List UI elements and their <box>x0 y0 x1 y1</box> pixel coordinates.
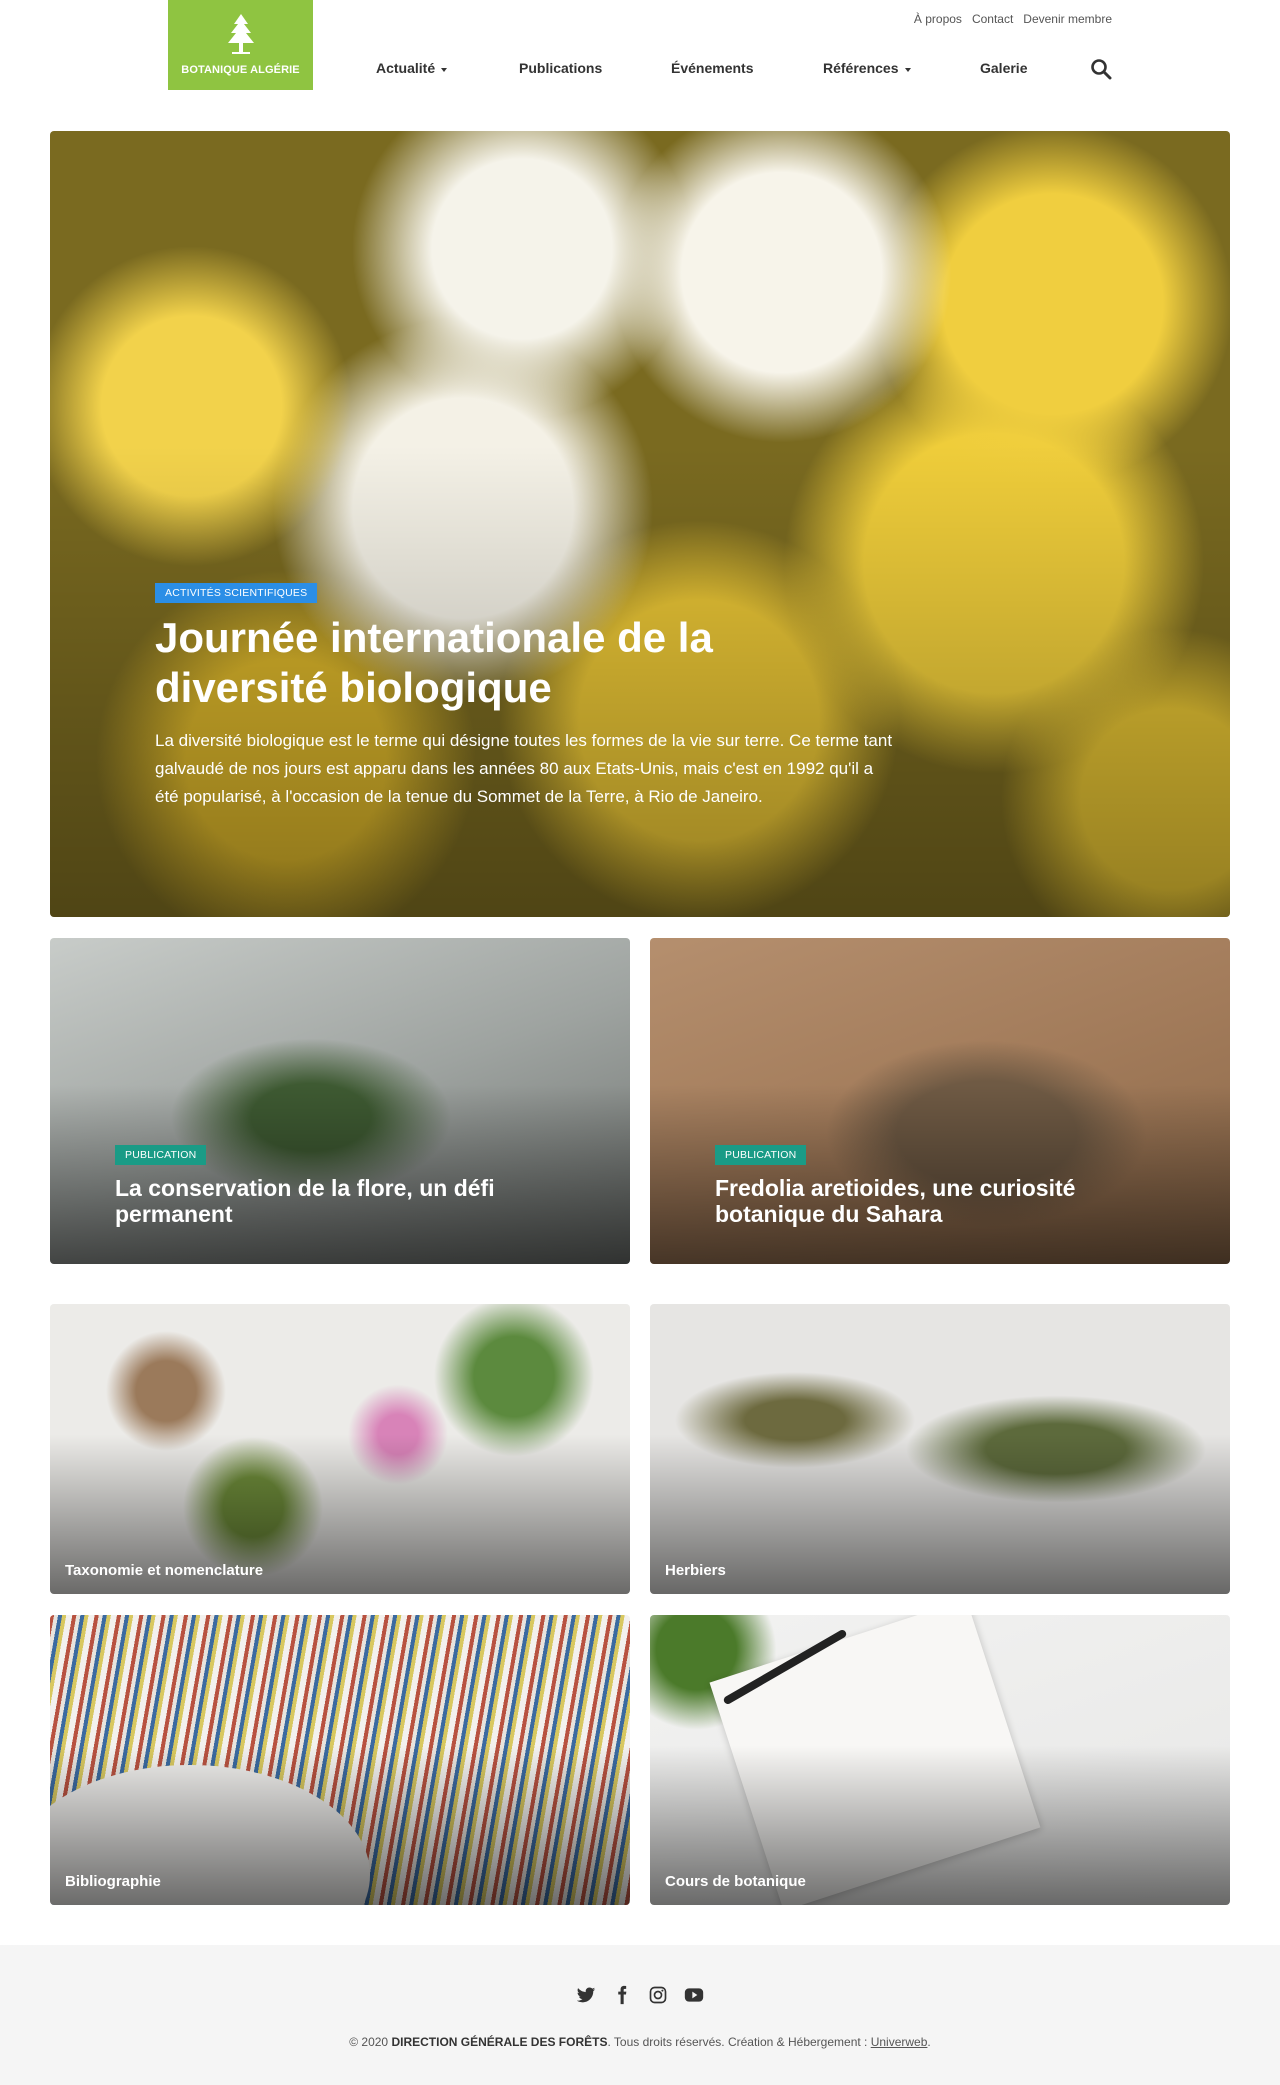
card-content: PUBLICATION Fredolia aretioides, une cur… <box>715 1145 1175 1227</box>
instagram-icon[interactable] <box>648 1985 668 2005</box>
nav-item-references[interactable]: Références <box>823 60 980 76</box>
category-title: Taxonomie et nomenclature <box>65 1562 264 1579</box>
card-overlay <box>650 1304 1230 1594</box>
become-member-link[interactable]: Devenir membre <box>1023 12 1112 26</box>
site-logo[interactable]: BOTANIQUE ALGÉRIE <box>168 0 313 90</box>
caret-down-icon <box>441 67 448 72</box>
nav-item-galerie[interactable]: Galerie <box>980 60 1027 76</box>
nav-item-label: Galerie <box>980 60 1028 76</box>
contact-link[interactable]: Contact <box>972 12 1013 26</box>
top-links: À propos Contact Devenir membre <box>914 12 1112 26</box>
card-title[interactable]: La conservation de la flore, un défi per… <box>115 1175 575 1227</box>
nav-item-label: Publications <box>519 60 603 76</box>
caret-down-icon <box>904 67 911 72</box>
featured-card-fredolia[interactable]: PUBLICATION Fredolia aretioides, une cur… <box>650 938 1230 1264</box>
site-header: BOTANIQUE ALGÉRIE À propos Contact Deven… <box>0 0 1280 130</box>
card-overlay <box>650 1615 1230 1905</box>
search-icon <box>1091 59 1112 80</box>
category-card-bibliographie[interactable]: Bibliographie <box>50 1615 630 1905</box>
card-overlay <box>50 1304 630 1594</box>
category-card-cours[interactable]: Cours de botanique <box>650 1615 1230 1905</box>
category-title: Bibliographie <box>65 1873 161 1890</box>
social-links <box>0 1985 1280 2005</box>
category-card-taxonomie[interactable]: Taxonomie et nomenclature <box>50 1304 630 1594</box>
featured-card-flora-conservation[interactable]: PUBLICATION La conservation de la flore,… <box>50 938 630 1264</box>
twitter-icon[interactable] <box>576 1985 596 2005</box>
category-title: Cours de botanique <box>665 1873 806 1890</box>
nav-item-actualite[interactable]: Actualité <box>376 60 519 76</box>
pine-tree-icon <box>227 14 254 54</box>
nav-item-evenements[interactable]: Événements <box>671 60 823 76</box>
site-footer: © 2020 DIRECTION GÉNÉRALE DES FORÊTS. To… <box>0 1945 1280 2085</box>
nav-item-publications[interactable]: Publications <box>519 60 671 76</box>
youtube-icon[interactable] <box>684 1985 704 2005</box>
card-title[interactable]: Fredolia aretioides, une curiosité botan… <box>715 1175 1175 1227</box>
hero-content: ACTIVITÉS SCIENTIFIQUES Journée internat… <box>155 583 895 811</box>
card-content: PUBLICATION La conservation de la flore,… <box>115 1145 575 1227</box>
copyright-organization: DIRECTION GÉNÉRALE DES FORÊTS <box>391 2035 608 2049</box>
category-badge[interactable]: PUBLICATION <box>715 1145 807 1165</box>
hero-article[interactable]: ACTIVITÉS SCIENTIFIQUES Journée internat… <box>50 131 1230 917</box>
about-link[interactable]: À propos <box>914 12 962 26</box>
nav-item-label: Événements <box>671 60 754 76</box>
univerweb-link[interactable]: Univerweb <box>871 2035 928 2049</box>
main-nav: Actualité Publications Événements Référe… <box>376 60 1027 76</box>
copyright-year: © 2020 <box>349 2035 389 2049</box>
copyright-text: © 2020 DIRECTION GÉNÉRALE DES FORÊTS. To… <box>0 2035 1280 2049</box>
category-card-herbiers[interactable]: Herbiers <box>650 1304 1230 1594</box>
hero-excerpt: La diversité biologique est le terme qui… <box>155 731 893 806</box>
copyright-end: . <box>927 2035 931 2049</box>
category-title: Herbiers <box>665 1562 726 1579</box>
nav-item-label: Actualité <box>376 60 436 76</box>
logo-text: BOTANIQUE ALGÉRIE <box>181 64 300 76</box>
hero-title[interactable]: Journée internationale de la diversité b… <box>155 613 895 713</box>
category-badge[interactable]: PUBLICATION <box>115 1145 207 1165</box>
nav-item-label: Références <box>823 60 899 76</box>
search-button[interactable] <box>1090 58 1112 80</box>
card-overlay <box>50 1615 630 1905</box>
category-badge[interactable]: ACTIVITÉS SCIENTIFIQUES <box>155 583 318 603</box>
facebook-icon[interactable] <box>612 1985 632 2005</box>
copyright-rights: . Tous droits réservés. Création & Héber… <box>607 2035 868 2049</box>
